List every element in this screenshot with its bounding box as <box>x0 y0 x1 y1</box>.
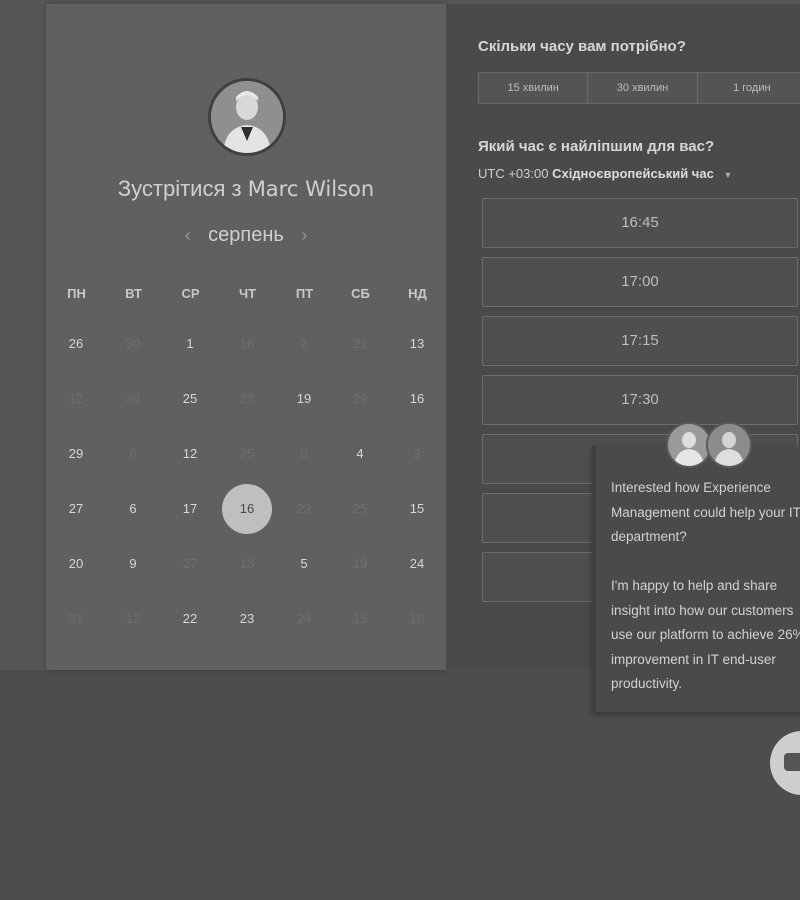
calendar-day-selected[interactable]: 16 <box>222 484 272 534</box>
calendar-day[interactable]: 17 <box>165 484 215 534</box>
calendar-day: 25 <box>239 446 255 461</box>
chat-popup[interactable]: Interested how Experience Management coul… <box>592 446 800 712</box>
timezone-selector[interactable]: UTC +03:00 Східноєвропейський час ▼ <box>478 166 732 181</box>
chat-message-line: productivity. <box>611 676 683 691</box>
calendar-day: 23 <box>239 391 255 406</box>
chat-message-line: department? <box>611 529 687 544</box>
timezone-offset: UTC +03:00 <box>478 166 549 181</box>
calendar-day[interactable]: 15 <box>392 484 442 534</box>
agent-avatar <box>706 422 752 468</box>
calendar-day: 8 <box>129 446 137 461</box>
weekday-label: ПТ <box>295 286 314 301</box>
chat-message-line <box>611 550 800 575</box>
chat-message-line: Management could help your IT <box>611 504 800 520</box>
calendar-day: 29 <box>352 391 368 406</box>
chat-agent-avatars <box>666 422 756 472</box>
calendar-day[interactable]: 27 <box>51 484 101 534</box>
calendar-day[interactable]: 25 <box>165 374 215 424</box>
person-icon <box>668 424 710 466</box>
calendar-day: 16 <box>239 336 255 351</box>
weekday-label: ЧТ <box>238 286 257 301</box>
duration-heading: Скільки часу вам потрібно? <box>478 38 686 55</box>
chat-message: Interested how Experience Management coul… <box>611 476 800 697</box>
chat-launcher-button[interactable] <box>770 731 800 795</box>
host-name: Marc Wilson <box>247 177 375 201</box>
chat-message-line: I'm happy to help and share <box>611 578 778 593</box>
weekday-label: СР <box>181 286 200 301</box>
chevron-right-icon[interactable]: › <box>301 225 307 245</box>
chat-message-line: use our platform to achieve 26% <box>611 627 800 642</box>
timezone-name: Східноєвропейський час <box>552 166 714 181</box>
weekday-label: ПН <box>67 286 86 301</box>
calendar-day: 27 <box>182 556 198 571</box>
meeting-title: Зустрітися з Marc Wilson <box>46 176 446 202</box>
calendar-day[interactable]: 9 <box>108 539 158 589</box>
calendar-day[interactable]: 12 <box>165 429 215 479</box>
duration-selector: 15 хвилин 30 хвилин 1 годин <box>478 72 800 104</box>
calendar-day[interactable]: 1 <box>165 319 215 369</box>
time-slot-button[interactable]: 17:00 <box>482 257 798 307</box>
calendar-day[interactable]: 26 <box>51 319 101 369</box>
month-navigation: ‹ серпень › <box>46 224 446 247</box>
calendar-day: 24 <box>296 611 312 626</box>
calendar-day: 23 <box>296 501 312 516</box>
time-heading: Який час є найліпшим для вас? <box>478 138 715 155</box>
duration-option[interactable]: 30 хвилин <box>588 73 698 103</box>
calendar-day: 12 <box>125 611 141 626</box>
chat-message-line: insight into how our customers <box>611 602 794 618</box>
calendar-day[interactable]: 24 <box>392 539 442 589</box>
calendar-day[interactable]: 29 <box>51 429 101 479</box>
calendar-day: 19 <box>352 556 368 571</box>
person-icon <box>708 424 750 466</box>
calendar-day[interactable]: 6 <box>108 484 158 534</box>
time-slot-button[interactable]: 17:30 <box>482 375 798 425</box>
calendar-day: 30 <box>125 336 141 351</box>
chevron-left-icon[interactable]: ‹ <box>185 225 191 245</box>
calendar-day: 31 <box>68 611 84 626</box>
weekday-label: ВТ <box>125 286 142 301</box>
time-slot-button[interactable]: 16:45 <box>482 198 798 248</box>
month-label: серпень <box>208 224 284 246</box>
host-avatar <box>208 78 286 156</box>
duration-option[interactable]: 1 годин <box>698 73 800 103</box>
calendar-day: 21 <box>352 336 368 351</box>
calendar-day: 30 <box>125 391 141 406</box>
calendar-day[interactable]: 23 <box>222 594 272 644</box>
calendar-day: 13 <box>239 556 255 571</box>
calendar-day: 12 <box>68 391 84 406</box>
calendar-day: 25 <box>352 501 368 516</box>
weekday-label: НД <box>408 286 427 301</box>
calendar-day[interactable]: 22 <box>165 594 215 644</box>
duration-option[interactable]: 15 хвилин <box>479 73 589 103</box>
calendar-day[interactable]: 19 <box>279 374 329 424</box>
time-slot-button[interactable]: 17:15 <box>482 316 798 366</box>
caret-down-icon: ▼ <box>723 170 733 180</box>
chat-message-line: Interested how Experience <box>611 480 771 495</box>
meeting-title-prefix: Зустрітися з <box>117 176 242 201</box>
calendar-day: 15 <box>352 611 368 626</box>
calendar-panel: Зустрітися з Marc Wilson ‹ серпень › ПН В… <box>46 4 446 670</box>
chat-bubble-icon <box>784 753 800 771</box>
calendar-day: 2 <box>300 336 308 351</box>
person-icon <box>211 81 283 153</box>
calendar-day[interactable]: 13 <box>392 319 442 369</box>
calendar-day[interactable]: 16 <box>392 374 442 424</box>
calendar-day[interactable]: 20 <box>51 539 101 589</box>
calendar-day: 18 <box>409 611 425 626</box>
chat-message-line: improvement in IT end-user <box>611 651 776 667</box>
calendar-day: 8 <box>300 446 308 461</box>
weekday-label: СБ <box>351 286 370 301</box>
calendar-day[interactable]: 4 <box>335 429 385 479</box>
calendar-day: 3 <box>413 446 421 461</box>
calendar-day[interactable]: 5 <box>279 539 329 589</box>
